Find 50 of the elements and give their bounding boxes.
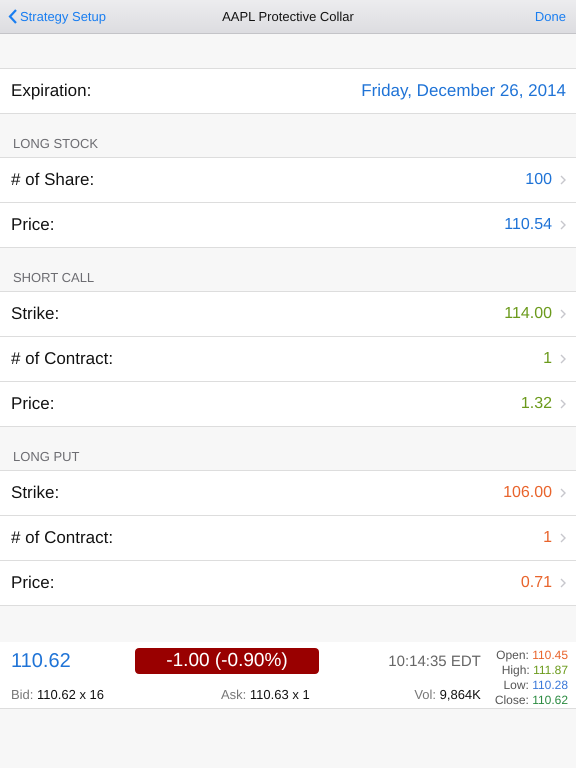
row-label: # of Contract: [11, 349, 114, 369]
setting-row[interactable]: Strike: 114.00 [0, 291, 576, 336]
last-price: 110.62 [11, 650, 72, 673]
row-label: Strike: [11, 304, 60, 324]
row-label: Price: [11, 215, 54, 235]
setting-row[interactable]: Price: 110.54 [0, 202, 576, 247]
chevron-icon [560, 533, 566, 543]
setting-row[interactable]: # of Share: 100 [0, 157, 576, 202]
row-label: Price: [11, 573, 54, 593]
setting-row[interactable]: # of Contract: 1 [0, 515, 576, 560]
chevron-icon [560, 220, 566, 230]
row-value: 1 [543, 350, 552, 368]
price-stat: High: 111.87 [502, 663, 568, 678]
volume: Vol: 9,864K [413, 686, 482, 702]
back-chevron-icon [8, 9, 17, 24]
row-value: 1 [543, 529, 552, 547]
price-stat: Open: 110.45 [496, 648, 568, 663]
expiration-row[interactable]: Expiration: Friday, December 26, 2014 [0, 68, 576, 113]
row-label: Expiration: [11, 81, 92, 101]
price-stat: Close: 110.62 [494, 693, 568, 708]
bid-quote: Bid: 110.62 x 16 [11, 686, 106, 702]
expiration-date: Friday, December 26, 2014 [361, 81, 566, 101]
section-header: LONG STOCK [12, 135, 100, 153]
chevron-icon [560, 309, 566, 319]
row-label: Strike: [11, 483, 60, 503]
row-value: 0.71 [520, 574, 552, 592]
row-label: # of Contract: [11, 528, 114, 548]
setting-row[interactable]: Strike: 106.00 [0, 470, 576, 515]
row-label: # of Share: [11, 170, 94, 190]
price-stat: Low: 110.28 [503, 678, 568, 693]
row-label: Price: [11, 394, 54, 414]
row-value: 1.32 [520, 395, 552, 413]
row-value: 110.54 [504, 216, 552, 234]
setting-row[interactable]: # of Contract: 1 [0, 336, 576, 381]
row-value: 106.00 [503, 484, 552, 502]
section-header: SHORT CALL [12, 269, 96, 287]
section-header: LONG PUT [12, 448, 80, 466]
screen-title: AAPL Protective Collar [222, 9, 354, 24]
change-badge: -1.00 (-0.90%) [135, 648, 319, 674]
chevron-icon [560, 175, 566, 185]
setting-row[interactable]: Price: 0.71 [0, 560, 576, 605]
ask-quote: Ask: 110.63 x 1 [220, 686, 311, 702]
chevron-icon [560, 354, 566, 364]
chevron-icon [560, 578, 566, 588]
chevron-icon [560, 399, 566, 409]
row-value: 114.00 [504, 305, 552, 323]
row-value: 100 [525, 171, 552, 189]
setting-row[interactable]: Price: 1.32 [0, 381, 576, 426]
quote-time: 10:14:35 EDT [387, 652, 482, 670]
chevron-icon [560, 488, 566, 498]
